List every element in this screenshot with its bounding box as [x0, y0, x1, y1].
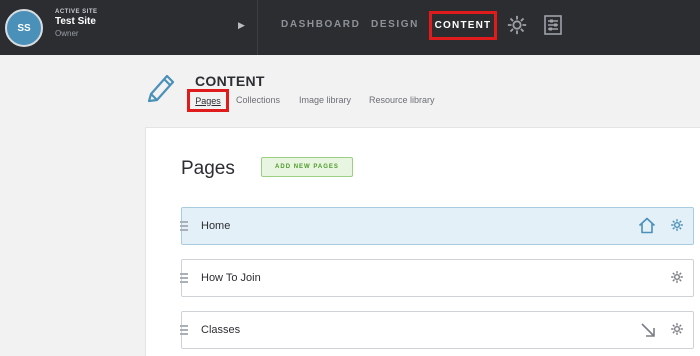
gear-icon[interactable] — [670, 270, 684, 284]
site-avatar[interactable]: SS — [5, 9, 43, 47]
drag-handle-icon[interactable] — [180, 325, 188, 335]
site-meta: ACTIVE SITE Test Site Owner — [55, 9, 98, 38]
pages-panel: Pages ADD NEW PAGES Home How To Join Cla… — [145, 127, 700, 356]
sliders-panel-icon[interactable] — [544, 15, 562, 35]
drag-handle-icon[interactable] — [180, 221, 188, 231]
pencil-icon — [147, 74, 175, 103]
nav-content[interactable]: CONTENT — [429, 11, 497, 40]
page-row-label[interactable]: Classes — [201, 324, 240, 336]
page-row-home[interactable]: Home — [180, 207, 694, 245]
active-site-label: ACTIVE SITE — [55, 9, 98, 15]
section-title: CONTENT — [195, 73, 265, 89]
subnav-pages-label: Pages — [195, 95, 221, 106]
home-icon[interactable] — [638, 217, 656, 234]
gear-icon[interactable] — [670, 218, 684, 232]
site-role: Owner — [55, 29, 79, 38]
gear-icon[interactable] — [670, 322, 684, 336]
page-row-classes[interactable]: Classes — [180, 311, 694, 349]
subnav-image-library[interactable]: Image library — [299, 95, 351, 105]
page-row-label[interactable]: Home — [201, 220, 230, 232]
site-name[interactable]: Test Site — [55, 16, 98, 27]
subnav-collections[interactable]: Collections — [236, 95, 280, 105]
caret-right-icon[interactable]: ▶ — [238, 20, 245, 31]
subnav-pages[interactable]: Pages — [187, 89, 229, 112]
drag-handle-icon[interactable] — [180, 273, 188, 283]
page-row-label[interactable]: How To Join — [201, 272, 261, 284]
nav-design[interactable]: DESIGN — [371, 19, 419, 30]
top-bar: SS ACTIVE SITE Test Site Owner ▶ DASHBOA… — [0, 0, 700, 55]
page-title: Pages — [181, 158, 235, 179]
arrow-down-right-icon[interactable] — [640, 322, 656, 338]
subnav-resource-library[interactable]: Resource library — [369, 95, 435, 105]
nav-dashboard[interactable]: DASHBOARD — [281, 19, 360, 30]
active-site-switcher[interactable]: SS ACTIVE SITE Test Site Owner ▶ — [0, 0, 258, 55]
gear-icon[interactable] — [506, 14, 528, 36]
add-new-pages-button[interactable]: ADD NEW PAGES — [261, 157, 353, 177]
page-row-how-to-join[interactable]: How To Join — [180, 259, 694, 297]
